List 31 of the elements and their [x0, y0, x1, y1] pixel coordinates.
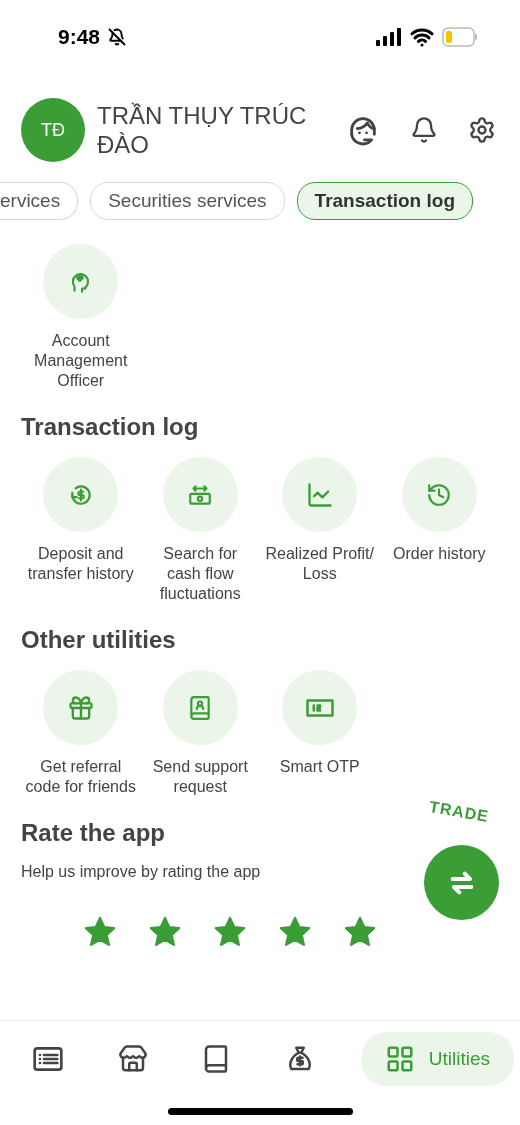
- star-icon[interactable]: [148, 915, 182, 949]
- category-tab[interactable]: Securities services: [90, 182, 285, 220]
- utility-item[interactable]: Send support request: [140, 670, 260, 797]
- bell-off-icon: [108, 28, 127, 46]
- utility-item[interactable]: Account Management Officer: [21, 244, 141, 391]
- history-icon: [426, 481, 453, 508]
- utility-item[interactable]: Deposit and transfer history: [21, 457, 141, 604]
- utility-item[interactable]: Realized Profit/ Loss: [260, 457, 380, 604]
- section-title: Transaction log: [21, 413, 200, 441]
- category-tab[interactable]: Transaction log: [296, 182, 473, 220]
- utility-item[interactable]: Order history: [379, 457, 499, 604]
- star-icon[interactable]: [343, 915, 377, 949]
- user-name: TRẦN THỤY TRÚC ĐÀO: [97, 101, 308, 159]
- category-tab[interactable]: ervices: [0, 182, 79, 220]
- line-chart-icon: [305, 480, 334, 509]
- star-icon[interactable]: [278, 915, 312, 949]
- section-title: Other utilities: [21, 626, 177, 654]
- utility-item[interactable]: Search for cash flow fluctuations: [140, 457, 260, 604]
- star-icon[interactable]: [83, 915, 117, 949]
- rating-prompt: Help us improve by rating the app: [21, 863, 262, 881]
- utility-item[interactable]: Get referral code for friends: [21, 670, 141, 797]
- gift-icon: [66, 693, 95, 722]
- trade-label: TRADE: [427, 797, 491, 827]
- utility-item[interactable]: Smart OTP: [260, 670, 380, 797]
- star-icon[interactable]: [213, 915, 247, 949]
- store-icon: [117, 1044, 148, 1074]
- battery-icon: [442, 27, 478, 47]
- user-avatar: TĐ: [21, 98, 85, 162]
- section-title: Rate the app: [21, 819, 167, 847]
- status-time: 9:48: [58, 25, 101, 49]
- signal-icon: [376, 28, 402, 46]
